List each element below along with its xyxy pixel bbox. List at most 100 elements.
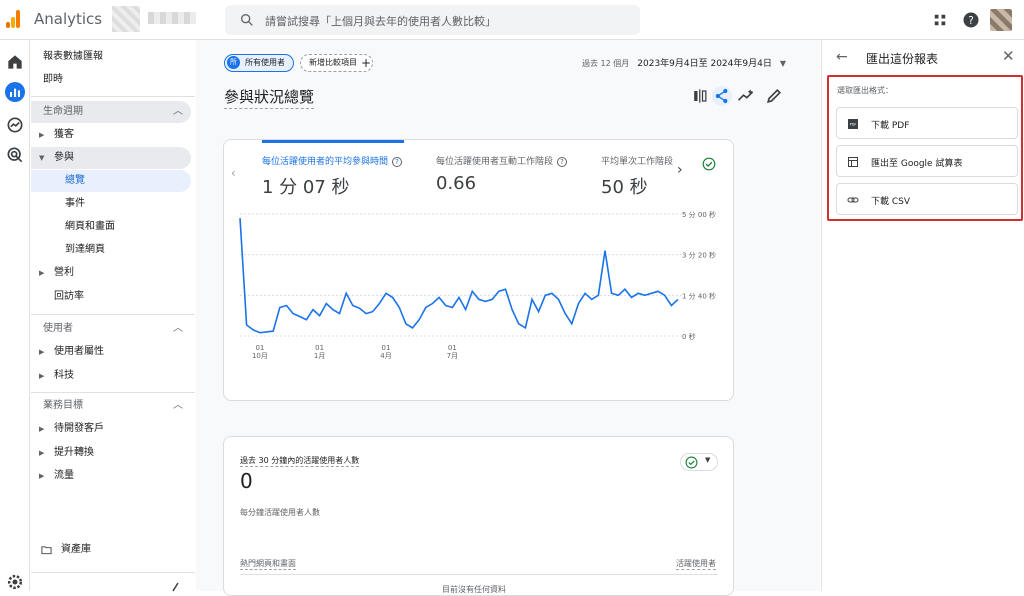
dropdown-caret-icon: ▼ [779,59,786,68]
top-bar: Analytics 請嘗試搜尋「上個月與去年的使用者人數比較」 ? [0,0,1024,40]
realtime-status-dropdown[interactable]: ▼ [680,453,718,471]
advertising-icon[interactable] [5,145,25,165]
expand-arrow-icon: ▶ [39,449,45,457]
nav-item-engagement[interactable]: ▼ 參與 [31,147,191,169]
chevron-right-icon[interactable]: › [677,162,683,178]
nav-label: 待開發客戶 [54,423,104,434]
help-circle-icon[interactable]: ? [557,156,568,167]
edit-pencil-icon[interactable] [764,86,784,106]
nav-label: 提升轉換 [54,447,94,458]
search-bar[interactable]: 請嘗試搜尋「上個月與去年的使用者人數比較」 [225,5,640,35]
download-pdf-button[interactable]: PDF 下載 PDF [836,107,1018,139]
x-tick-label: 1月 [314,352,325,360]
comparison-chip-all-users[interactable]: 所 所有使用者 [224,54,294,72]
nav-divider [31,572,195,573]
link-icon [847,197,859,203]
nav-label: 獲客 [54,129,74,140]
chip-label: 所有使用者 [245,58,285,67]
collapse-arrow-icon: ▼ [39,154,45,162]
realtime-value: 0 [240,469,253,493]
nav-divider [31,96,195,97]
nav-item-acquisition[interactable]: ▶ 獲客 [31,124,191,146]
option-label: 下載 CSV [871,197,911,207]
expand-arrow-icon: ▶ [39,372,45,380]
expand-arrow-icon: ▶ [39,348,45,356]
search-icon [241,13,253,26]
nav-label: 科技 [54,370,74,381]
nav-label: 營利 [54,267,74,278]
expand-arrow-icon: ▶ [39,472,45,480]
metric-avg-session-duration[interactable]: 平均單次工作階段 50 秒 [601,154,673,199]
nav-section-business[interactable]: 業務目標 ︿ [31,395,191,417]
analytics-logo-icon[interactable] [4,10,22,28]
product-name: Analytics [34,10,103,28]
series-line [239,218,679,334]
avatar[interactable] [990,9,1012,31]
download-csv-button[interactable]: 下載 CSV [836,183,1018,215]
account-name-blurred[interactable] [148,12,196,24]
nav-item-retention[interactable]: 回訪率 [31,286,191,308]
nav-item-generate-leads[interactable]: ▶ 待開發客戶 [31,418,191,440]
metric-engaged-sessions[interactable]: 每位活躍使用者互動工作階段? 0.66 [436,154,568,194]
export-panel: ← 匯出這份報表 ✕ 選取匯出格式： PDF 下載 PDF 匯出至 Google… [821,40,1024,591]
nav-item-events[interactable]: 事件 [31,193,191,215]
explore-icon[interactable] [5,115,25,135]
nav-section-label: 使用者 [43,323,73,334]
nav-label: 總覽 [65,175,85,186]
export-format-highlight: 選取匯出格式： PDF 下載 PDF 匯出至 Google 試算表 下載 CSV [827,75,1023,221]
date-range-selector[interactable]: 過去 12 個月 2023年9月4日至 2024年9月4日 ▼ [582,56,786,69]
nav-item-user-attributes[interactable]: ▶ 使用者屬性 [31,341,191,363]
account-avatar-blurred [112,6,140,32]
add-comparison-button[interactable]: 新增比較項目 + [300,54,373,72]
help-icon[interactable]: ? [962,11,980,29]
chevron-up-icon: ︿ [173,323,183,334]
check-circle-icon[interactable] [702,157,716,171]
chevron-left-icon[interactable]: ‹ [231,166,236,180]
nav-label: 事件 [65,198,85,209]
add-comparison-label: 新增比較項目 [309,58,357,67]
metric-value: 50 秒 [601,177,648,198]
nav-divider [31,314,195,315]
nav-item-traffic[interactable]: ▶ 流量 [31,465,191,487]
nav-item-monetization[interactable]: ▶ 營利 [31,262,191,284]
insights-icon[interactable] [736,86,756,106]
home-icon[interactable] [5,52,25,72]
nav-reports-snapshot[interactable]: 報表數據匯報 [31,46,191,68]
apps-grid-icon[interactable] [931,11,949,29]
option-label: 下載 PDF [871,121,910,131]
nav-item-tech[interactable]: ▶ 科技 [31,365,191,387]
realtime-subtitle: 每分鐘活躍使用者人數 [240,508,320,517]
close-icon[interactable]: ✕ [1002,47,1015,65]
nav-divider [31,392,195,393]
export-google-sheets-button[interactable]: 匯出至 Google 試算表 [836,145,1018,177]
nav-label: 流量 [54,470,74,481]
nav-item-landing-page[interactable]: 到達網頁 [31,239,191,261]
nav-item-overview[interactable]: 總覽 [31,170,191,192]
metric-label: 平均單次工作階段 [601,157,673,167]
nav-section-lifecycle[interactable]: 生命週期 ︿ [31,101,191,123]
column-header-active-users: 活躍使用者 [676,559,716,570]
x-tick-label: 01 [315,344,324,352]
x-tick-label: 01 [255,344,264,352]
nav-item-pages-screens[interactable]: 網頁和畫面 [31,216,191,238]
folder-icon [41,546,52,555]
svg-text:?: ? [968,15,974,27]
metric-avg-engagement-time[interactable]: 每位活躍使用者的平均參與時間? 1 分 07 秒 [262,154,403,199]
compare-icon[interactable] [690,86,710,106]
svg-text:PDF: PDF [850,123,857,127]
nav-section-user[interactable]: 使用者 ︿ [31,318,191,340]
expand-arrow-icon: ▶ [39,131,45,139]
nav-label: 使用者屬性 [54,346,104,357]
back-arrow-icon[interactable]: ← [836,49,848,65]
nav-item-drive-conversions[interactable]: ▶ 提升轉換 [31,442,191,464]
chip-badge: 所 [227,56,240,69]
help-circle-icon[interactable]: ? [392,156,403,167]
nav-library[interactable]: 資產庫 [31,539,191,561]
date-range-prefix: 過去 12 個月 [582,59,630,68]
share-button[interactable] [712,86,732,106]
settings-gear-icon[interactable] [5,572,25,592]
sheets-table-icon [848,157,858,167]
reports-icon[interactable] [5,82,25,102]
nav-realtime[interactable]: 即時 [31,69,191,91]
check-circle-icon [685,456,698,469]
